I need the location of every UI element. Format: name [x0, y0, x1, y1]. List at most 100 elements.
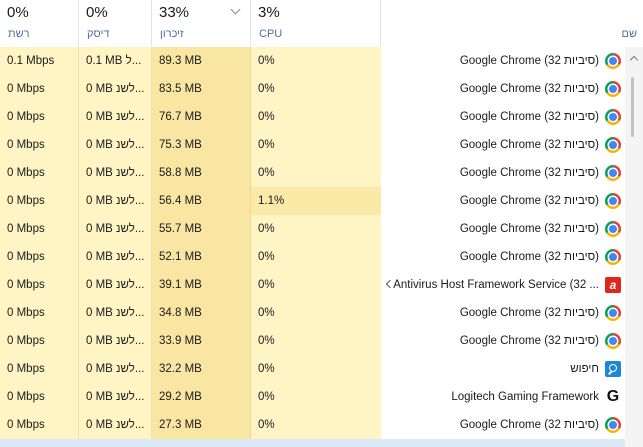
memory-cell: 52.1 MB — [152, 243, 251, 271]
name-cell: Google Chrome (32 סיביות) — [381, 299, 625, 327]
name-cell: Google Chrome (32 סיביות) — [381, 75, 625, 103]
cpu-cell: 0% — [251, 131, 381, 159]
memory-cell: 75.3 MB — [152, 131, 251, 159]
process-row[interactable]: 0 Mbps 0 MB לשנ... 39.1 MB 0% Antivirus Host… — [0, 271, 643, 299]
name-cell: Google Chrome (32 סיביות) — [381, 411, 625, 439]
process-row[interactable]: 0 Mbps 0 MB לשנ... 34.8 MB 0% Google Chrome … — [0, 299, 643, 327]
name-cell: Google Chrome (32 סיביות) — [381, 103, 625, 131]
disk-label: דיסק — [87, 28, 110, 40]
process-row[interactable]: 0 Mbps 0 MB לשנ... 83.5 MB 0% Google Chrome … — [0, 75, 643, 103]
process-name: חיפוש — [570, 363, 599, 375]
chrome-icon — [605, 53, 621, 69]
memory-cell: 58.8 MB — [152, 159, 251, 187]
chrome-icon — [605, 417, 621, 433]
network-cell: 0 Mbps — [0, 187, 79, 215]
disk-cell: 0 MB לשנ... — [79, 187, 152, 215]
disk-cell: 0 MB לשנ... — [79, 383, 152, 411]
process-row[interactable]: 0 Mbps 0 MB לשנ... 33.9 MB 0% Google Chrome … — [0, 327, 643, 355]
disk-cell: 0 MB לשנ... — [79, 411, 152, 439]
scroll-up-icon[interactable] — [629, 55, 639, 65]
header-network[interactable]: 0% רשת — [0, 0, 79, 46]
process-name: Google Chrome (32 סיביות) — [459, 83, 599, 95]
process-row[interactable]: 0 Mbps 0 MB לשנ... 76.7 MB 0% Google Chrome … — [0, 103, 643, 131]
process-name: Google Chrome (32 סיביות) — [459, 111, 599, 123]
memory-cell: 76.7 MB — [152, 103, 251, 131]
chrome-icon — [605, 137, 621, 153]
network-cell: 0 Mbps — [0, 159, 79, 187]
process-list: 0.1 Mbps 0.1 MB ל... 89.3 MB 0% Google Chrom… — [0, 47, 643, 439]
cpu-label: CPU — [259, 28, 283, 40]
network-cell: 0.1 Mbps — [0, 47, 79, 75]
network-label: רשת — [8, 28, 30, 40]
scroll-thumb[interactable] — [631, 77, 634, 137]
cpu-cell: 1.1% — [251, 187, 381, 215]
process-row[interactable]: 0.1 Mbps 0.1 MB ל... 89.3 MB 0% Google Chrom… — [0, 47, 643, 75]
memory-label: זיכרון — [160, 28, 184, 40]
logitech-icon: G — [605, 388, 621, 405]
cpu-percent: 3% — [258, 4, 280, 21]
cpu-cell: 0% — [251, 215, 381, 243]
network-cell: 0 Mbps — [0, 383, 79, 411]
process-row[interactable]: 0 Mbps 0 MB לשנ... 52.1 MB 0% Google Chrome … — [0, 243, 643, 271]
process-row[interactable]: 0 Mbps 0 MB לשנ... 75.3 MB 0% Google Chrome … — [0, 131, 643, 159]
disk-cell: 0.1 MB ל... — [79, 47, 152, 75]
process-row[interactable]: 0 Mbps 0 MB לשנ... 58.8 MB 0% Google Chrome … — [0, 159, 643, 187]
name-cell: Antivirus Host Framework Service (32 ...… — [381, 271, 625, 299]
header-memory[interactable]: 33% זיכרון — [152, 0, 251, 46]
disk-cell: 0 MB לשנ... — [79, 75, 152, 103]
chrome-icon — [605, 305, 621, 321]
name-label: שם — [621, 28, 638, 40]
process-name: Google Chrome (32 סיביות) — [459, 139, 599, 151]
network-cell: 0 Mbps — [0, 271, 79, 299]
process-row[interactable]: 0 Mbps 0 MB לשנ... 56.4 MB 1.1% Google Chrom… — [0, 187, 643, 215]
search-icon — [605, 361, 621, 377]
chrome-icon — [605, 333, 621, 349]
disk-cell: 0 MB לשנ... — [79, 355, 152, 383]
name-cell: Google Chrome (32 סיביות) — [381, 47, 625, 75]
cpu-cell: 0% — [251, 383, 381, 411]
cpu-cell: 0% — [251, 159, 381, 187]
process-row[interactable]: 0 Mbps 0 MB לשנ... 29.2 MB 0% Logitech Gamin… — [0, 383, 643, 411]
memory-cell: 83.5 MB — [152, 75, 251, 103]
disk-cell: 0 MB לשנ... — [79, 131, 152, 159]
disk-cell: 0 MB לשנ... — [79, 271, 152, 299]
process-row[interactable]: 0 Mbps 0 MB לשנ... 27.3 MB 0% Google Chrome … — [0, 411, 643, 439]
chrome-icon — [605, 193, 621, 209]
name-cell: Google Chrome (32 סיביות) — [381, 243, 625, 271]
process-name: Antivirus Host Framework Service (32 ... — [393, 279, 599, 291]
header-cpu[interactable]: 3% CPU — [251, 0, 381, 46]
cpu-cell: 0% — [251, 355, 381, 383]
network-cell: 0 Mbps — [0, 355, 79, 383]
column-header: 0% רשת 0% דיסק 33% זיכרון 3% CPU שם — [0, 0, 643, 48]
disk-cell: 0 MB לשנ... — [79, 243, 152, 271]
memory-cell: 27.3 MB — [152, 411, 251, 439]
network-percent: 0% — [7, 4, 29, 21]
header-name[interactable]: שם — [381, 0, 643, 46]
chrome-icon — [605, 165, 621, 181]
process-row[interactable]: 0 Mbps 0 MB לשנ... 32.2 MB 0% חיפוש — [0, 355, 643, 383]
disk-cell: 0 MB לשנ... — [79, 103, 152, 131]
process-name: Google Chrome (32 סיביות) — [459, 335, 599, 347]
network-cell: 0 Mbps — [0, 327, 79, 355]
network-cell: 0 Mbps — [0, 215, 79, 243]
disk-cell: 0 MB לשנ... — [79, 299, 152, 327]
process-row[interactable]: 0 Mbps 0 MB לשנ... 55.7 MB 0% Google Chrome … — [0, 215, 643, 243]
network-cell: 0 Mbps — [0, 103, 79, 131]
memory-cell: 33.9 MB — [152, 327, 251, 355]
memory-cell: 32.2 MB — [152, 355, 251, 383]
chrome-icon — [605, 221, 621, 237]
avira-icon: a — [605, 277, 621, 293]
process-name: Google Chrome (32 סיביות) — [459, 251, 599, 263]
cpu-cell: 0% — [251, 75, 381, 103]
cpu-cell: 0% — [251, 103, 381, 131]
cpu-cell: 0% — [251, 411, 381, 439]
selected-row-partial[interactable] — [0, 439, 625, 447]
network-cell: 0 Mbps — [0, 75, 79, 103]
process-name: Google Chrome (32 סיביות) — [459, 167, 599, 179]
memory-cell: 29.2 MB — [152, 383, 251, 411]
disk-cell: 0 MB לשנ... — [79, 327, 152, 355]
process-name: Google Chrome (32 סיביות) — [459, 55, 599, 67]
vertical-scrollbar[interactable] — [625, 47, 643, 447]
header-disk[interactable]: 0% דיסק — [79, 0, 152, 46]
process-name: Google Chrome (32 סיביות) — [459, 307, 599, 319]
